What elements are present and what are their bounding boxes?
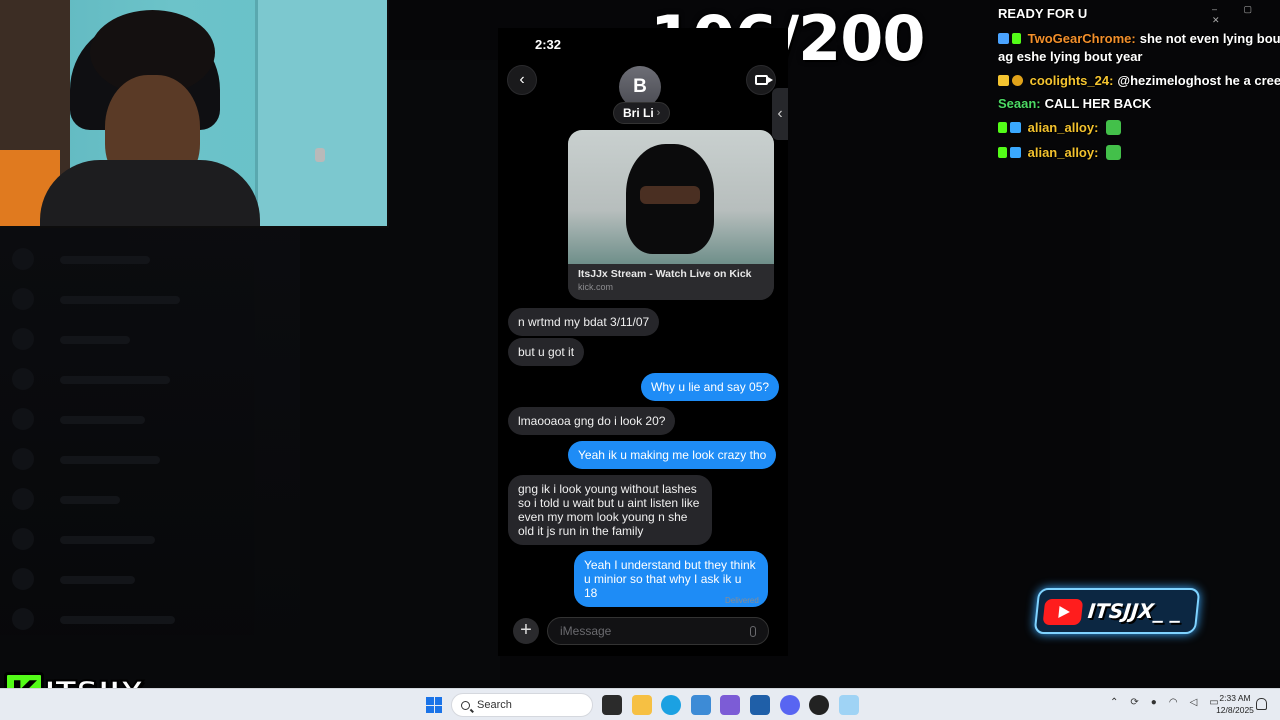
sparkle-badge-icon — [1012, 33, 1021, 44]
speaker-icon[interactable]: ◁ — [1190, 697, 1198, 708]
sparkle-badge-icon — [998, 147, 1007, 158]
back-button[interactable]: ‹ — [507, 65, 537, 95]
stream-screen: – ▢ ✕ 106/200 2:32 ‹ B Bri Li › ‹ ItsJJx — [0, 0, 1280, 720]
sync-icon[interactable]: ⟳ — [1130, 697, 1138, 708]
youtube-channel-name: ITSJJX_ _ — [1086, 599, 1183, 623]
windows-taskbar: Search ⌃ ⟳ ● ◠ ◁ ▭ 2:33 AM 12/8/2025 — [0, 688, 1280, 720]
chat-message: Seaan: CALL HER BACK — [998, 96, 1152, 111]
message-bubble-incoming[interactable]: n wrtmd my bdat 3/11/07 — [508, 308, 660, 336]
message-bubble-outgoing[interactable]: Yeah ik u making me look crazy tho — [568, 441, 777, 469]
discord-icon[interactable] — [780, 695, 800, 715]
chat-message: alian_alloy: — [998, 144, 1280, 162]
youtube-play-icon — [1042, 599, 1084, 625]
app-icon[interactable] — [691, 695, 711, 715]
chevron-right-icon: › — [656, 107, 661, 119]
store-icon[interactable] — [750, 695, 770, 715]
imessage-placeholder: iMessage — [560, 624, 612, 638]
emote-icon — [1106, 145, 1122, 160]
file-explorer-icon[interactable] — [632, 695, 652, 715]
link-preview-card[interactable]: ItsJJx Stream - Watch Live on Kick kick.… — [568, 130, 774, 300]
app-icon[interactable] — [720, 695, 740, 715]
message-bubble-outgoing[interactable]: Why u lie and say 05? — [641, 373, 780, 401]
message-bubble-incoming[interactable]: gng ik i look young without lashes so i … — [508, 475, 712, 545]
sparkle-badge-icon — [998, 122, 1007, 133]
imessage-screen: 2:32 ‹ B Bri Li › ‹ ItsJJx Stream - Watc… — [498, 28, 788, 656]
gem-badge-icon — [1010, 122, 1021, 133]
edge-browser-icon[interactable] — [661, 695, 681, 715]
delivered-status: Delivered — [725, 596, 759, 605]
video-camera-icon — [754, 75, 773, 85]
link-preview-title: ItsJJx Stream - Watch Live on Kick — [578, 268, 752, 280]
contact-name: Bri Li — [623, 106, 654, 120]
link-preview-url: kick.com — [578, 282, 614, 292]
youtube-channel-logo: ITSJJX_ _ — [1033, 588, 1201, 634]
clock-date: 12/8/2025 — [1216, 705, 1254, 715]
emote-icon — [1106, 120, 1122, 135]
system-tray[interactable]: ⌃ ⟳ ● ◠ ◁ ▭ — [1110, 697, 1219, 708]
imessage-input[interactable]: iMessage — [547, 617, 769, 645]
subscriber-badge-icon — [998, 33, 1009, 44]
crown-badge-icon — [998, 75, 1009, 86]
search-icon — [461, 700, 470, 710]
chevron-left-icon: ‹ — [519, 71, 525, 88]
taskbar-search[interactable]: Search — [451, 693, 593, 717]
notification-bell-icon[interactable] — [1256, 698, 1267, 710]
webcam-feed — [0, 0, 389, 228]
chat-message: READY FOR U — [998, 6, 1088, 21]
start-button[interactable] — [426, 697, 442, 713]
task-view-icon[interactable] — [602, 695, 622, 715]
coin-badge-icon — [1012, 75, 1023, 86]
gem-badge-icon — [1010, 147, 1021, 158]
side-collapse-tab[interactable]: ‹ — [772, 88, 788, 140]
link-preview-thumbnail — [568, 130, 774, 264]
microphone-icon[interactable] — [750, 625, 756, 637]
microphone-icon[interactable]: ● — [1151, 697, 1157, 708]
add-attachment-button[interactable]: + — [513, 618, 539, 644]
message-bubble-incoming[interactable]: but u got it — [508, 338, 585, 366]
facetime-button[interactable] — [746, 65, 776, 95]
obs-icon[interactable] — [809, 695, 829, 715]
search-label: Search — [477, 699, 512, 711]
app-icon[interactable] — [839, 695, 859, 715]
chat-message: coolights_24: @hezimeloghost he a creep — [998, 72, 1280, 90]
chevron-up-icon[interactable]: ⌃ — [1110, 697, 1118, 708]
wifi-icon[interactable]: ◠ — [1169, 697, 1178, 708]
taskbar-clock[interactable]: 2:33 AM 12/8/2025 — [1212, 692, 1258, 716]
chat-message-continued: ag eshe lying bout year — [998, 49, 1143, 64]
clock-time: 2:33 AM — [1219, 693, 1251, 703]
message-bubble-incoming[interactable]: lmaooaoa gng do i look 20? — [508, 407, 676, 435]
background-discord-sidebar — [0, 228, 300, 688]
contact-name-pill[interactable]: Bri Li › — [613, 102, 671, 124]
chat-message: TwoGearChrome: she not even lying bout — [998, 30, 1280, 48]
chat-message: alian_alloy: — [998, 119, 1280, 137]
status-time: 2:32 — [535, 37, 562, 52]
